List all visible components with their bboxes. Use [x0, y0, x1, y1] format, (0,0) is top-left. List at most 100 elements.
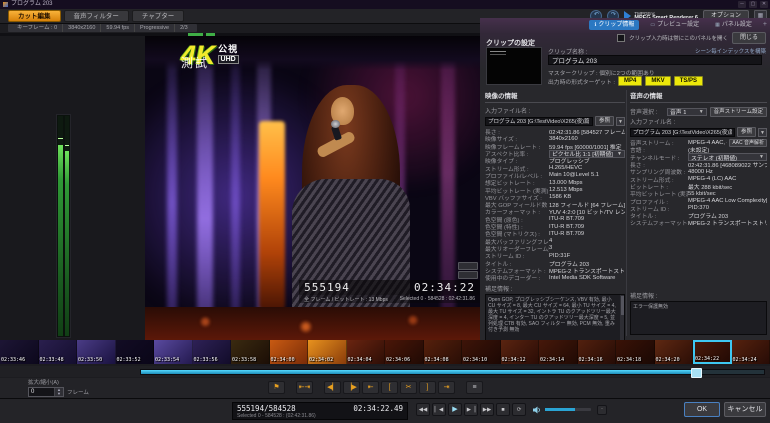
filmstrip-thumbnail[interactable]: 02:34:16 — [578, 340, 617, 364]
overlay-frame-number: 555194 — [304, 281, 350, 294]
video-preview[interactable]: 4K 公視 UHD 測試 555194 02:34:22 全 フレーム / ビッ… — [145, 36, 480, 340]
frame-counter: 555194/584528 — [237, 404, 296, 413]
thumbnail-timecode: 02:34:18 — [617, 357, 641, 363]
thumbnail-timecode: 02:34:22 — [695, 356, 719, 362]
filmstrip-thumbnail[interactable]: 02:34:18 — [616, 340, 655, 364]
loop-button[interactable]: ⟳ — [512, 403, 526, 416]
filmstrip-thumbnail[interactable]: 02:34:24 — [732, 340, 770, 364]
filmstrip-thumbnail[interactable]: 02:33:54 — [154, 340, 193, 364]
fast-forward-button[interactable]: ▶▶ — [480, 403, 494, 416]
minimize-icon[interactable]: ─ — [738, 1, 746, 8]
clip-name-input[interactable] — [548, 55, 762, 65]
edit-menu-button[interactable]: ≡ — [466, 381, 483, 394]
timeline-scrubber[interactable] — [0, 366, 770, 377]
filmstrip-thumbnail[interactable]: 02:33:50 — [77, 340, 116, 364]
status-item: キーフレーム : 0 — [12, 24, 63, 32]
filmstrip-thumbnail[interactable]: 02:34:10 — [462, 340, 501, 364]
filmstrip-thumbnail[interactable]: 02:33:58 — [231, 340, 270, 364]
scrubber-track[interactable] — [140, 369, 765, 375]
next-frame-button[interactable]: ▶▕ — [464, 403, 478, 416]
target-badge-ts-ps[interactable]: TS/PS — [674, 76, 703, 86]
panel-tab-panel-settings[interactable]: ▦パネル設定 — [710, 20, 757, 30]
audio-file-dropdown-icon[interactable]: ▼ — [758, 128, 767, 137]
audio-select-dropdown[interactable]: 音声 1▼ — [667, 108, 707, 116]
filmstrip-thumbnail[interactable]: 02:34:02 — [308, 340, 347, 364]
cut-button[interactable]: ✂ — [400, 381, 417, 394]
video-file-dropdown-icon[interactable]: ▼ — [616, 117, 625, 126]
notes-scrollbar[interactable] — [620, 295, 624, 341]
filmstrip-thumbnail[interactable]: 02:33:48 — [39, 340, 78, 364]
video-browse-button[interactable]: 参照 — [595, 116, 614, 126]
audio-info-row-value: 48000 Hz — [688, 169, 767, 175]
prev-frame-button[interactable]: ▏◀ — [432, 403, 446, 416]
ok-button[interactable]: OK — [684, 402, 720, 417]
panel-tab-preview-settings[interactable]: ▭プレビュー設定 — [645, 20, 704, 30]
video-info-row-value: ITU-R BT.709 — [549, 224, 625, 230]
next-frame-button[interactable]: ▕▶ — [343, 381, 360, 394]
play-button[interactable]: ▶ — [448, 403, 462, 416]
volume-slider[interactable] — [545, 408, 591, 411]
set-start-frame-button[interactable]: [ — [381, 381, 398, 394]
filmstrip-thumbnail[interactable]: 02:34:06 — [385, 340, 424, 364]
scrubber-handle[interactable] — [691, 368, 702, 378]
video-info-row-value: Main 10@Level 5.1 — [549, 172, 625, 178]
status-item: 2/3 — [175, 24, 193, 32]
goto-end-button[interactable]: ⇥ — [438, 381, 455, 394]
video-notes-text: Open GOP, プログレッシブシーケンス, VBV 有効, 最小 CU サイ… — [488, 297, 616, 333]
status-strip: キーフレーム : 03840x216059.94 fpsProgressive2… — [8, 24, 197, 32]
maximize-icon[interactable]: ▢ — [749, 1, 757, 8]
close-panel-button[interactable]: 閉じる — [732, 32, 766, 44]
audio-browse-button[interactable]: 参照 — [737, 127, 756, 137]
tab-chapter[interactable]: チャプター — [132, 10, 184, 22]
filmstrip-thumbnail[interactable]: 02:34:08 — [424, 340, 463, 364]
prev-frame-button[interactable]: ◀▏ — [324, 381, 341, 394]
timeline-filmstrip[interactable]: 02:33:4602:33:48 02:33:5002:33:5202:33:54… — [0, 340, 770, 364]
volume-icon[interactable] — [532, 405, 542, 415]
status-item: 59.94 fps — [101, 24, 135, 32]
info-icon: ℹ — [594, 21, 596, 29]
filmstrip-thumbnail[interactable]: 02:34:04 — [347, 340, 386, 364]
video-file-label: 入力ファイル名 : — [485, 106, 625, 115]
scene-index-link[interactable]: シーン毎インデックスを構築 — [695, 47, 766, 55]
audio-file-input[interactable] — [630, 128, 735, 137]
filmstrip-thumbnail[interactable]: 02:34:12 — [501, 340, 540, 364]
panel-add-icon[interactable]: + — [763, 20, 767, 30]
preview-overlay-buttons[interactable] — [458, 262, 478, 279]
rewind-button[interactable]: ◀◀ — [416, 403, 430, 416]
target-badge-mkv[interactable]: MKV — [645, 76, 670, 86]
close-icon[interactable]: ✕ — [760, 1, 768, 8]
zoom-spinner[interactable]: 0 ▲▼ — [28, 387, 64, 397]
tab-audio-filter[interactable]: 音声フィルター — [64, 10, 129, 22]
stop-button[interactable]: ■ — [496, 403, 510, 416]
panel-tab-clip-info[interactable]: ℹクリップ情報 — [589, 20, 639, 30]
jump-keyframe-button[interactable]: ⇤⇥ — [296, 381, 313, 394]
spinner-down-icon[interactable]: ▼ — [55, 392, 63, 396]
set-end-frame-button[interactable]: ] — [419, 381, 436, 394]
goto-start-button[interactable]: ⇤ — [362, 381, 379, 394]
thumbnail-timecode: 02:33:48 — [40, 357, 64, 363]
bottom-bar: 555194/584528 02:34:22.49 Selected 0 - 5… — [0, 398, 770, 423]
video-notes-box[interactable]: Open GOP, プログレッシブシーケンス, VBV 有効, 最小 CU サイ… — [485, 294, 625, 342]
audio-notes-box[interactable]: エラー保護無効 — [630, 301, 767, 335]
audio-level-meter — [56, 114, 71, 338]
tab-cut-edit[interactable]: カット編集 — [8, 10, 61, 22]
thumbnail-timecode: 02:34:08 — [425, 357, 449, 363]
filmstrip-thumbnail[interactable]: 02:33:56 — [193, 340, 232, 364]
thumbnail-timecode: 02:34:06 — [386, 357, 410, 363]
always-open-checkbox[interactable] — [617, 34, 625, 42]
filmstrip-thumbnail[interactable]: 02:34:00 — [270, 340, 309, 364]
filmstrip-thumbnail[interactable]: 02:33:46 — [0, 340, 39, 364]
filmstrip-thumbnail[interactable]: 02:34:14 — [539, 340, 578, 364]
audio-stream-settings-button[interactable]: 音声ストリーム設定 — [710, 107, 767, 117]
playback-menu-icon[interactable]: · — [597, 405, 607, 415]
filmstrip-thumbnail[interactable]: 02:34:22 — [693, 340, 732, 364]
set-keyframe-button[interactable]: ⚑ — [268, 381, 285, 394]
target-badge-mp4[interactable]: MP4 — [618, 76, 642, 86]
video-file-input[interactable] — [485, 117, 593, 126]
filmstrip-thumbnail[interactable]: 02:33:52 — [116, 340, 155, 364]
audio-info-row-value: MPEG-4 AAC Low Complexity[LC] — [688, 198, 767, 204]
filmstrip-thumbnail[interactable]: 02:34:20 — [655, 340, 694, 364]
video-info-row-value: 3 — [549, 245, 625, 251]
audio-info-row-value: MPEG-2 トランスポートストリーム — [688, 218, 767, 227]
cancel-button[interactable]: キャンセル — [724, 402, 766, 417]
